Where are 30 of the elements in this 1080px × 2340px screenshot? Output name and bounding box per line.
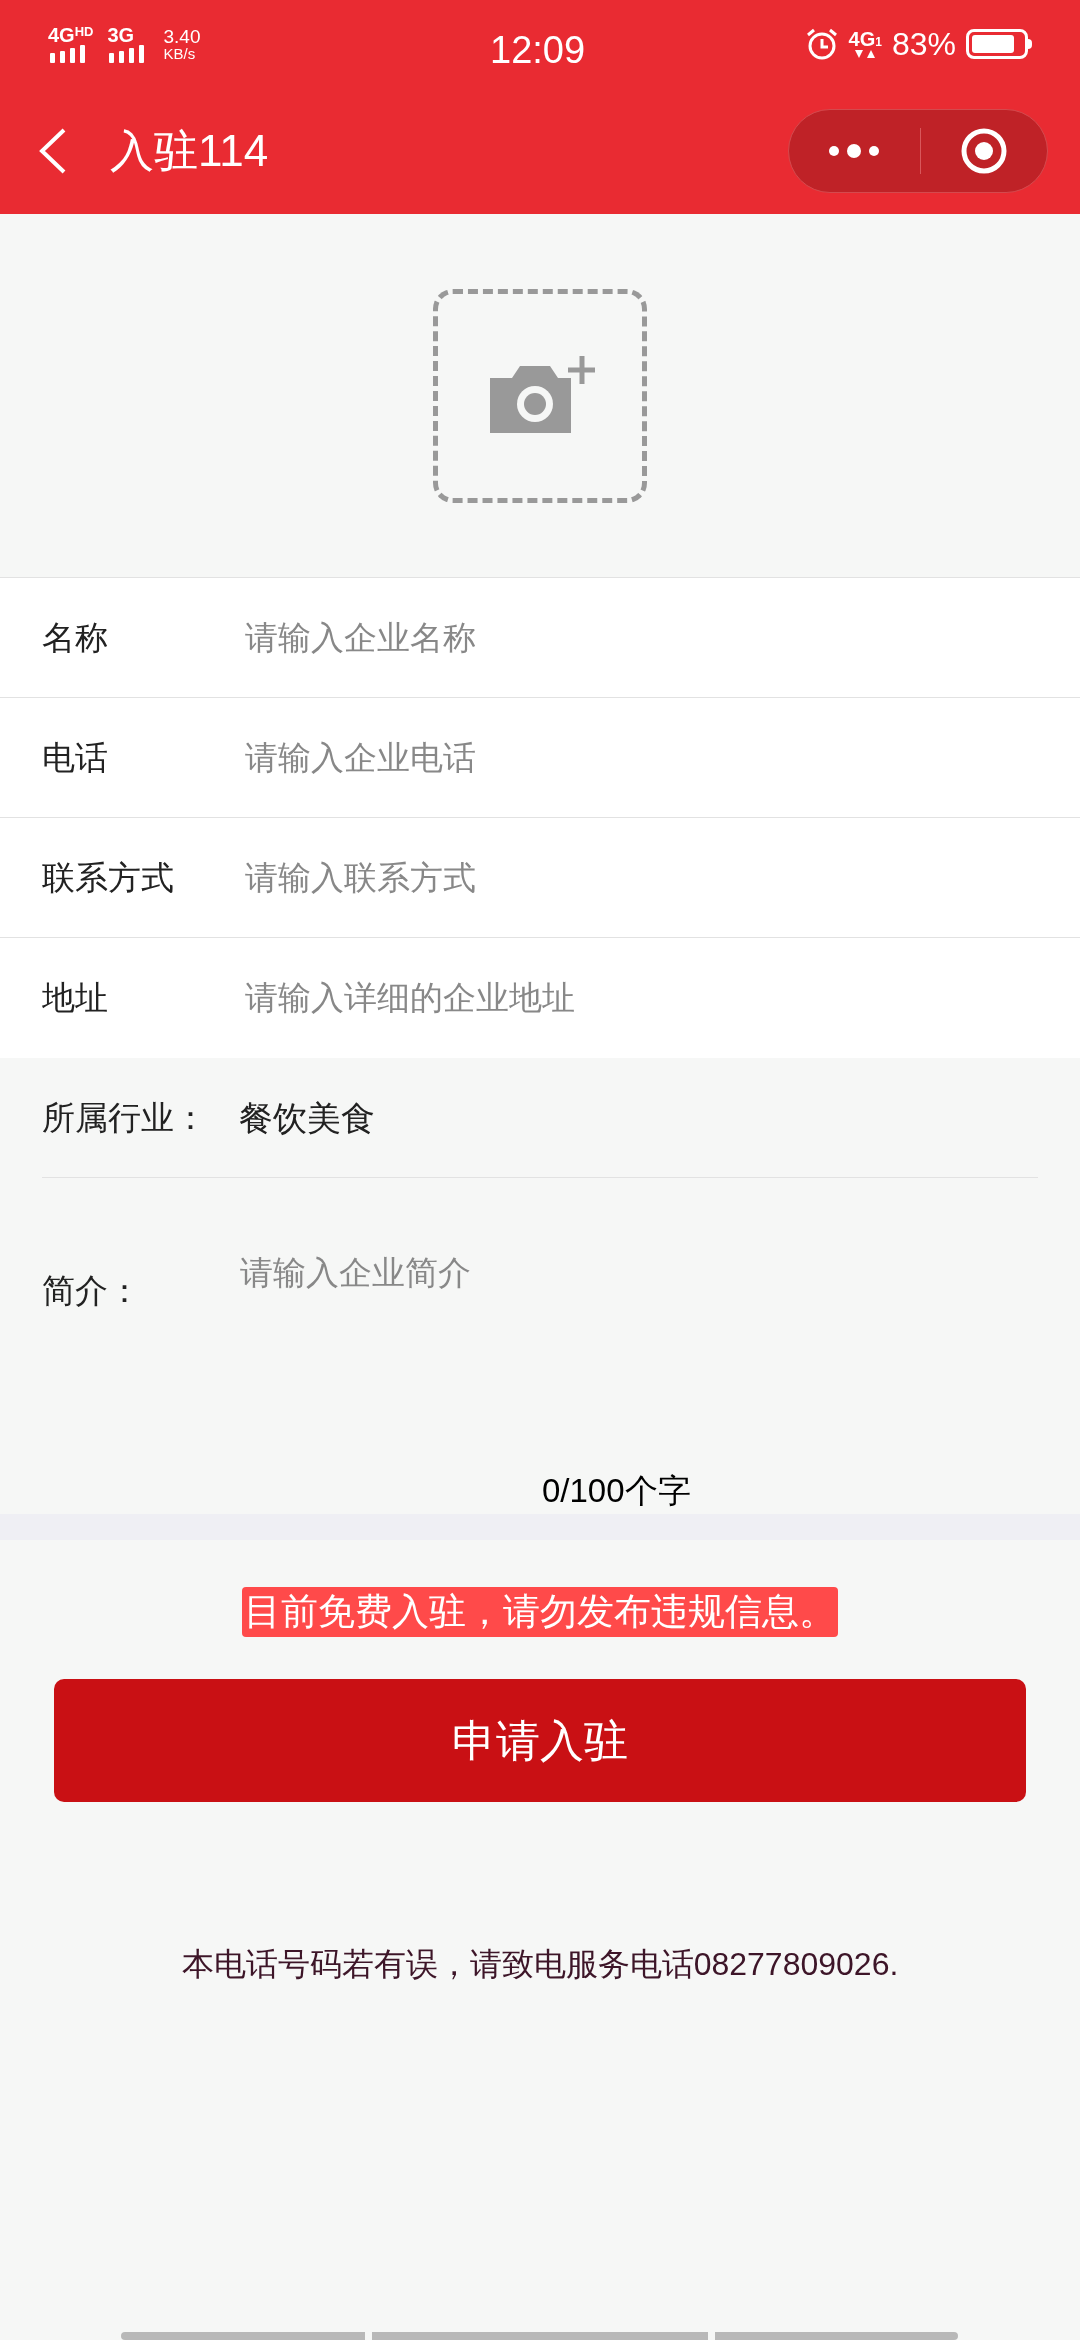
clock-time: 12:09 — [490, 28, 586, 73]
battery-percent: 83% — [891, 25, 956, 64]
network-label: 4G1 — [848, 29, 882, 49]
intro-label: 简介： — [42, 1271, 141, 1311]
photo-upload-button[interactable] — [433, 288, 647, 503]
submit-button[interactable]: 申请入驻 — [54, 1679, 1026, 1802]
speed-unit: KB/s — [163, 46, 197, 61]
notice-text: 目前免费入驻，请勿发布违规信息。 — [242, 1587, 838, 1637]
speed-value: 3.40 — [163, 27, 201, 46]
field-label: 电话 — [41, 737, 109, 778]
alarm-clock-icon — [804, 27, 839, 61]
field-label: 联系方式 — [41, 857, 175, 898]
battery-icon — [966, 29, 1032, 59]
field-label: 地址 — [41, 978, 109, 1019]
data-arrows-icon — [854, 49, 877, 59]
intro-text-area[interactable]: 请输入企业简介 — [240, 1248, 1040, 1448]
footer-note: 本电话号码若有误，请致电服务电话08277809026. — [181, 1945, 899, 1984]
input-field[interactable]: 请输入企业电话 — [245, 698, 1080, 817]
more-icon[interactable] — [828, 143, 881, 159]
close-icon[interactable] — [959, 127, 1008, 175]
industry-picker[interactable]: 餐饮美食 — [239, 1092, 375, 1144]
input-field[interactable]: 请输入详细的企业地址 — [245, 938, 1080, 1058]
back-icon[interactable] — [38, 128, 68, 174]
network-label: 3G — [107, 25, 135, 45]
page-title: 入驻114 — [110, 125, 269, 177]
input-field[interactable]: 请输入企业名称 — [245, 578, 1080, 697]
industry-label: 所属行业： — [42, 1098, 207, 1139]
character-counter: 0/100个字 — [542, 1471, 691, 1511]
field-label: 名称 — [41, 617, 109, 658]
input-field[interactable]: 请输入联系方式 — [245, 818, 1080, 937]
